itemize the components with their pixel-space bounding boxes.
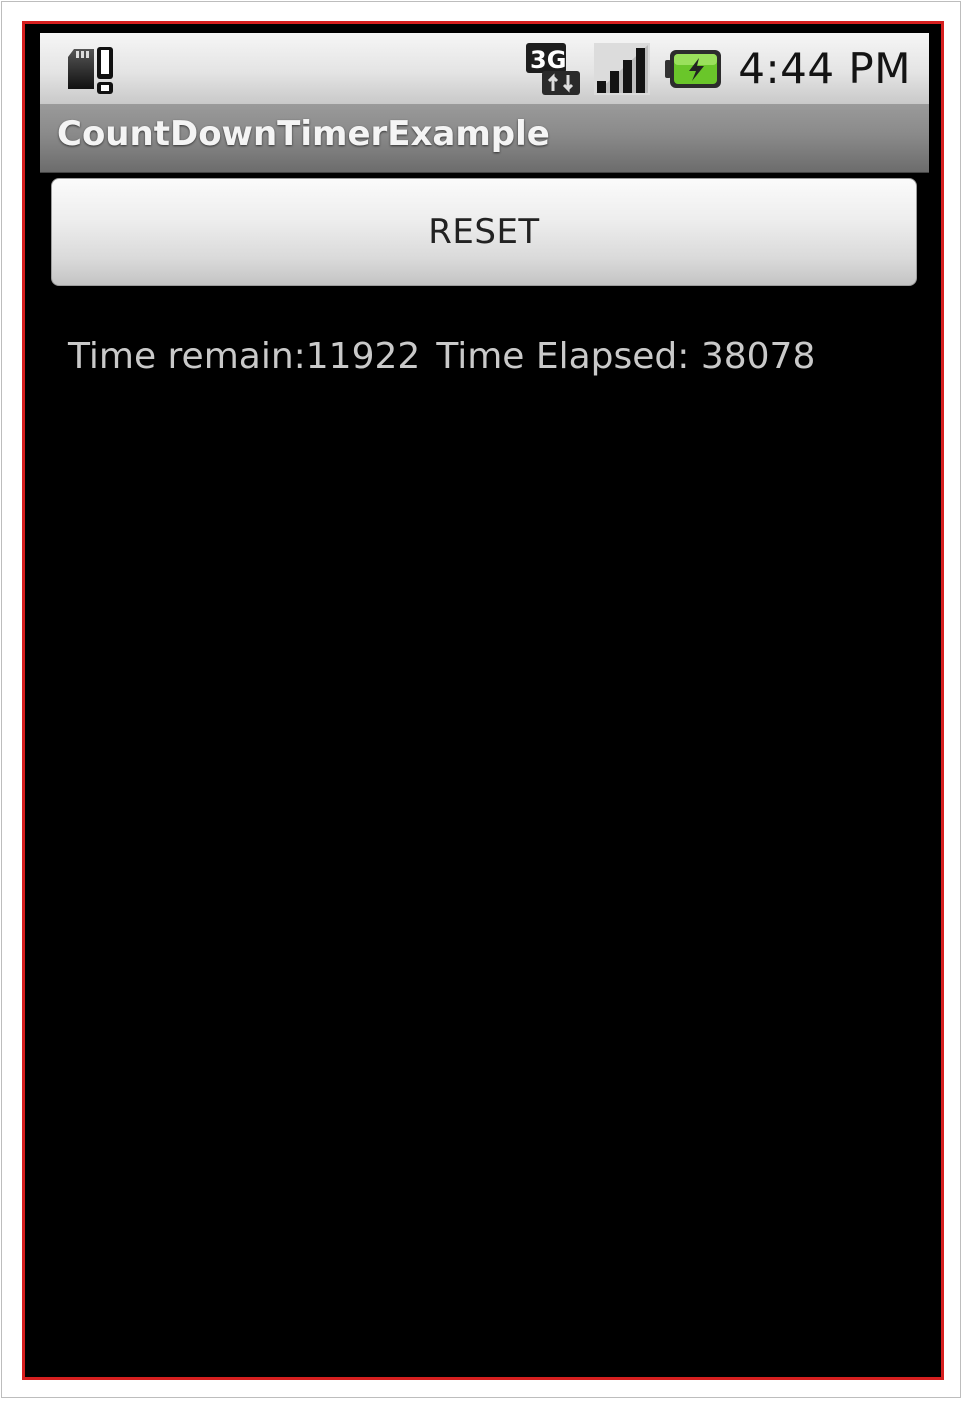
app-title-bar: CountDownTimerExample [40, 104, 929, 173]
time-remain-text: Time remain:11922 [68, 336, 421, 377]
battery-charging-icon [665, 50, 721, 88]
status-clock: 4:44 PM [738, 44, 911, 93]
status-bar: 3G 4:44 PM [40, 33, 929, 104]
sd-card-warning-icon [68, 47, 113, 94]
device-screen: 3G 4:44 PM CountDownTimerExample RESET T… [22, 21, 944, 1380]
reset-button-label: RESET [428, 212, 540, 252]
svg-text:3G: 3G [530, 46, 566, 74]
reset-button[interactable]: RESET [51, 178, 917, 286]
signal-strength-icon [594, 43, 650, 95]
app-title: CountDownTimerExample [57, 114, 550, 154]
3g-data-icon: 3G [526, 43, 580, 95]
time-elapsed-text: Time Elapsed: 38078 [436, 336, 816, 377]
timer-readout: Time remain:11922 Time Elapsed: 38078 [68, 336, 815, 377]
